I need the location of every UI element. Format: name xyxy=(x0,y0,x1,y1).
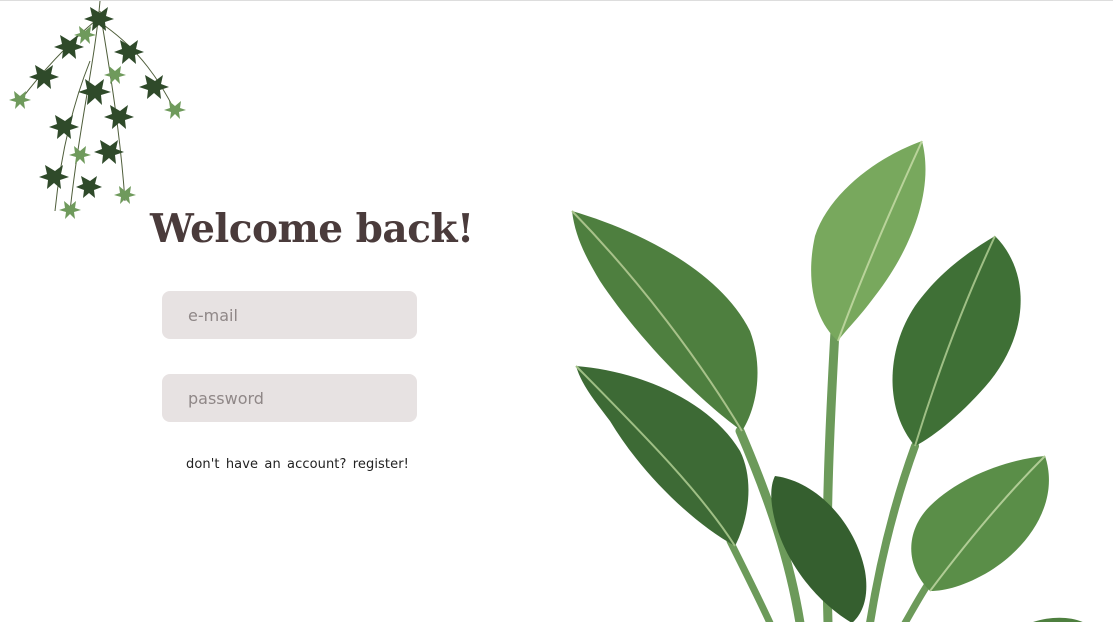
hanging-ivy-image xyxy=(9,1,186,219)
email-field[interactable] xyxy=(162,291,417,339)
login-page: Welcome back! don't have an account? reg… xyxy=(0,0,1113,622)
leafy-plant-image xyxy=(571,140,1083,622)
page-title: Welcome back! xyxy=(150,206,474,252)
password-field[interactable] xyxy=(162,374,417,422)
register-link[interactable]: don't have an account? register! xyxy=(186,457,409,472)
